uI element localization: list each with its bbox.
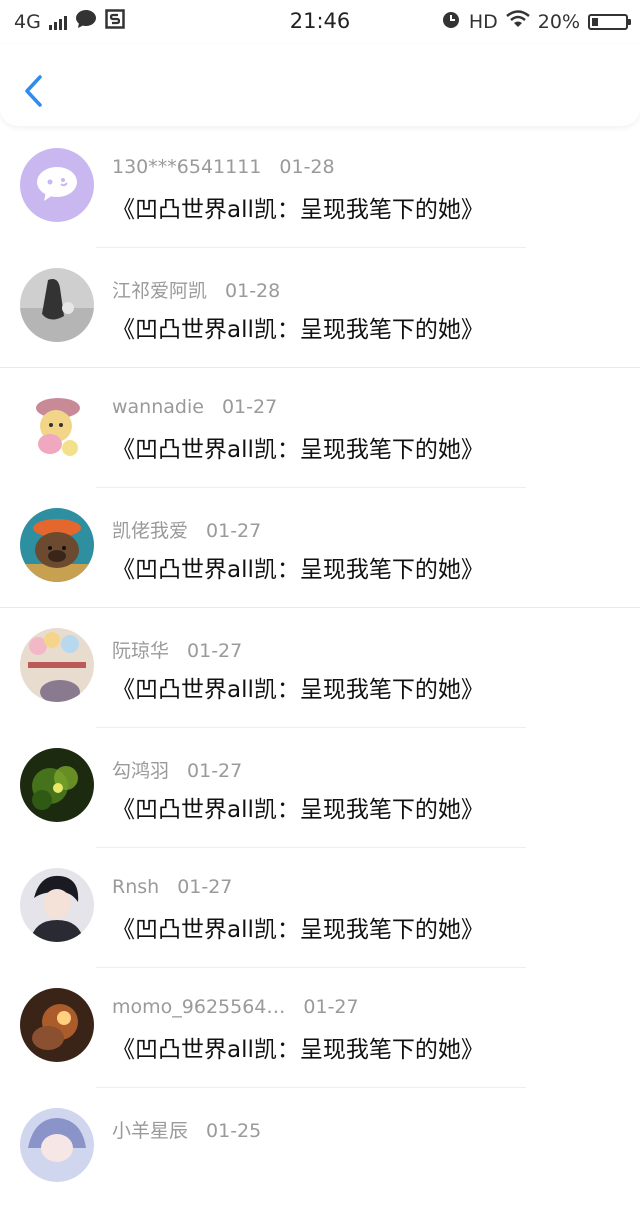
- wifi-icon: [505, 10, 530, 33]
- item-date: 01-27: [303, 996, 359, 1018]
- list-item[interactable]: wannadie 01-27 《凹凸世界all凯：呈现我笔下的她》: [0, 368, 640, 488]
- item-date: 01-27: [206, 520, 262, 542]
- item-date: 01-28: [279, 156, 335, 178]
- item-meta: 130***6541111 01-28: [112, 156, 335, 178]
- item-title: 《凹凸世界all凯：呈现我笔下的她》: [112, 917, 484, 943]
- status-bar-right: HD 20%: [441, 9, 631, 34]
- back-button[interactable]: [22, 74, 46, 108]
- list-item[interactable]: momo_9625564… 01-27 《凹凸世界all凯：呈现我笔下的她》: [0, 968, 640, 1088]
- item-meta: 勾鸿羽 01-27: [112, 756, 242, 783]
- avatar: [20, 748, 94, 822]
- item-title: 《凹凸世界all凯：呈现我笔下的她》: [112, 797, 484, 823]
- user-name: wannadie: [112, 396, 204, 418]
- user-name: 130***6541111: [112, 156, 262, 178]
- chevron-left-icon: [25, 75, 42, 107]
- user-name: 阮琼华: [112, 640, 170, 662]
- list-item[interactable]: 130***6541111 01-28 《凹凸世界all凯：呈现我笔下的她》: [0, 128, 640, 248]
- list-item[interactable]: 江祁爱阿凯 01-28 《凹凸世界all凯：呈现我笔下的她》: [0, 248, 640, 368]
- battery-icon: [588, 13, 631, 30]
- item-date: 01-27: [177, 876, 233, 898]
- avatar: [20, 148, 94, 222]
- item-meta: 凯佬我爱 01-27: [112, 516, 261, 543]
- item-date: 01-25: [206, 1120, 262, 1142]
- item-title: 《凹凸世界all凯：呈现我笔下的她》: [112, 437, 484, 463]
- list-item[interactable]: 阮琼华 01-27 《凹凸世界all凯：呈现我笔下的她》: [0, 608, 640, 728]
- avatar: [20, 988, 94, 1062]
- item-date: 01-27: [187, 760, 243, 782]
- user-name: momo_9625564…: [112, 996, 286, 1018]
- item-meta: momo_9625564… 01-27: [112, 996, 359, 1018]
- list-item[interactable]: 小羊星辰 01-25: [0, 1088, 640, 1208]
- item-meta: wannadie 01-27: [112, 396, 277, 418]
- list-item[interactable]: 勾鸿羽 01-27 《凹凸世界all凯：呈现我笔下的她》: [0, 728, 640, 848]
- item-date: 01-27: [221, 396, 278, 418]
- user-name: 江祁爱阿凯: [112, 280, 208, 302]
- hd-label: HD: [468, 10, 498, 33]
- item-title: 《凹凸世界all凯：呈现我笔下的她》: [112, 1037, 484, 1063]
- battery-percent: 20%: [537, 10, 580, 33]
- item-meta: 阮琼华 01-27: [112, 636, 242, 663]
- avatar: [20, 508, 94, 582]
- user-name: 凯佬我爱: [112, 520, 189, 542]
- user-name: Rnsh: [112, 876, 160, 898]
- avatar: [20, 1108, 94, 1182]
- avatar: [20, 268, 94, 342]
- item-meta: Rnsh 01-27: [112, 876, 232, 898]
- status-bar: 4G 21:46 HD 20%: [0, 0, 640, 44]
- item-meta: 江祁爱阿凯 01-28: [112, 276, 280, 303]
- list-item[interactable]: Rnsh 01-27 《凹凸世界all凯：呈现我笔下的她》: [0, 848, 640, 968]
- user-name: 勾鸿羽: [112, 760, 170, 782]
- alarm-icon: [441, 9, 461, 34]
- item-title: 《凹凸世界all凯：呈现我笔下的她》: [112, 317, 484, 343]
- item-title: 《凹凸世界all凯：呈现我笔下的她》: [112, 557, 484, 583]
- user-name: 小羊星辰: [112, 1120, 189, 1142]
- item-title: 《凹凸世界all凯：呈现我笔下的她》: [112, 677, 484, 703]
- item-date: 01-27: [187, 640, 243, 662]
- avatar: [20, 628, 94, 702]
- avatar: [20, 388, 94, 462]
- list-item[interactable]: 凯佬我爱 01-27 《凹凸世界all凯：呈现我笔下的她》: [0, 488, 640, 608]
- item-title: 《凹凸世界all凯：呈现我笔下的她》: [112, 197, 484, 223]
- reader-list: 130***6541111 01-28 《凹凸世界all凯：呈现我笔下的她》 江祁…: [0, 128, 640, 1208]
- avatar: [20, 868, 94, 942]
- item-meta: 小羊星辰 01-25: [112, 1116, 261, 1143]
- header-bar: [0, 44, 640, 126]
- item-date: 01-28: [225, 280, 281, 302]
